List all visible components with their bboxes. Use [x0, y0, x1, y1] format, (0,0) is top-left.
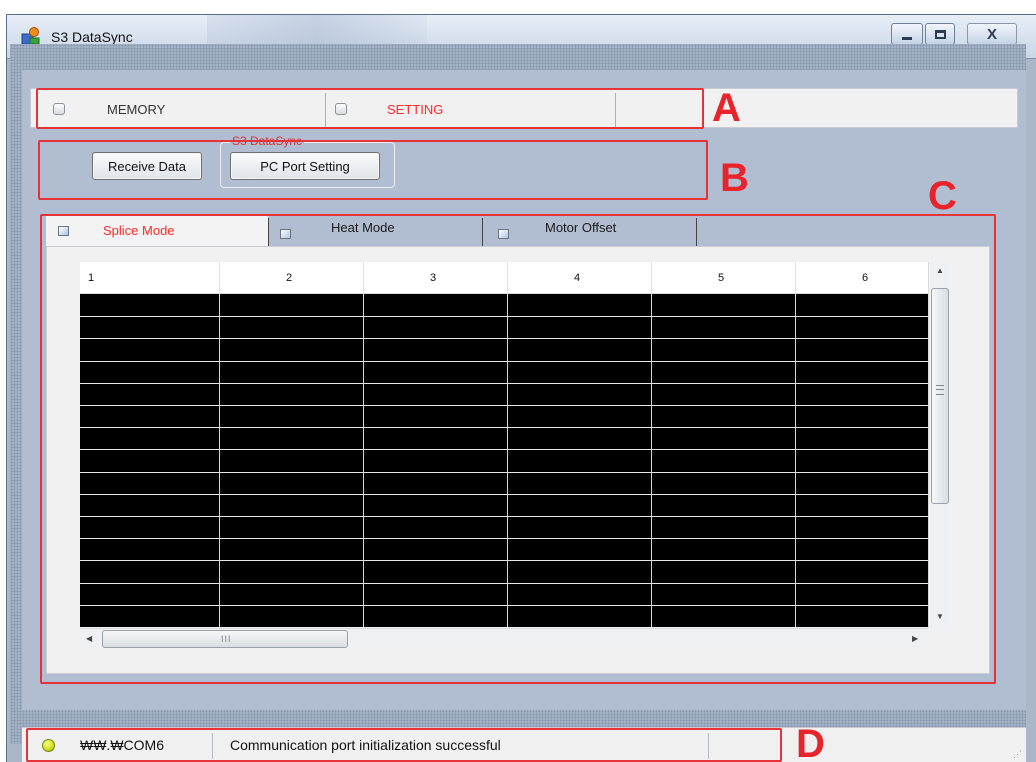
annotation-label-d: D	[796, 722, 825, 762]
resize-grip-icon[interactable]: ⋰	[1013, 749, 1022, 760]
annotation-label-a: A	[712, 86, 741, 130]
annotation-box-b	[38, 140, 708, 200]
minimize-button[interactable]	[891, 23, 923, 45]
annotation-label-c: C	[928, 174, 957, 218]
annotation-box-a	[36, 88, 704, 129]
annotation-box-d	[26, 728, 782, 762]
maximize-button[interactable]	[925, 23, 955, 45]
annotation-label-b: B	[720, 156, 749, 200]
screenshot-stage: S3 DataSync X MEMORY SETTING Receive Dat…	[0, 0, 1036, 762]
minimize-icon	[902, 36, 912, 40]
close-icon: X	[986, 25, 997, 43]
app-icon	[21, 27, 40, 45]
window-title: S3 DataSync	[51, 29, 133, 45]
close-button[interactable]: X	[967, 23, 1017, 45]
annotation-box-c	[40, 214, 996, 684]
maximize-icon	[934, 29, 946, 39]
